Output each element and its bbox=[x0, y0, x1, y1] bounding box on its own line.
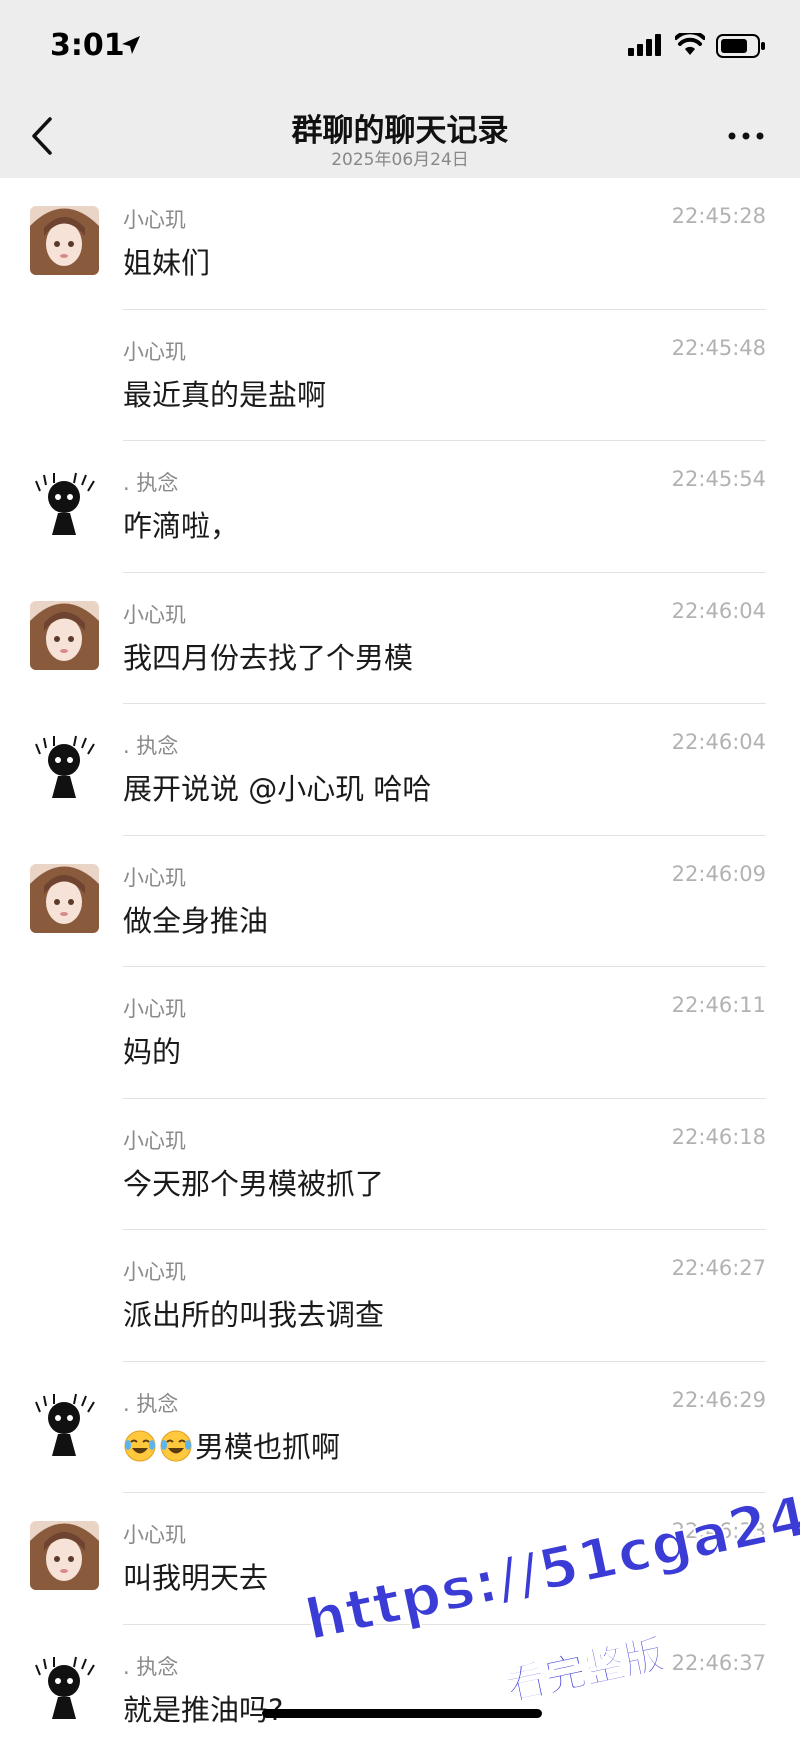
status-bar: 3:01 bbox=[0, 0, 800, 95]
message-time: 22:46:27 bbox=[672, 1256, 766, 1280]
sender-name: . 执念 bbox=[123, 730, 178, 760]
message-time: 22:46:37 bbox=[672, 1651, 766, 1675]
message-text: 派出所的叫我去调查 bbox=[123, 1292, 384, 1334]
page-subtitle-date: 2025年06月24日 bbox=[0, 145, 800, 170]
sender-name: 小心玑 bbox=[123, 993, 186, 1023]
nav-bar: 群聊的聊天记录 2025年06月24日 bbox=[0, 95, 800, 178]
message-text: 今天那个男模被抓了 bbox=[123, 1161, 384, 1203]
message-time: 22:45:54 bbox=[672, 467, 766, 491]
message-text-content: 男模也抓啊 bbox=[195, 1430, 340, 1464]
chat-message[interactable]: 小心玑 22:46:33 叫我明天去 bbox=[0, 1493, 800, 1625]
sender-name: 小心玑 bbox=[123, 599, 186, 629]
message-text: 男模也抓啊 bbox=[123, 1424, 340, 1466]
chat-message[interactable]: . 执念 22:46:04 展开说说 @小心玑 哈哈 bbox=[0, 704, 800, 836]
message-time: 22:46:33 bbox=[672, 1519, 766, 1543]
sender-name: 小心玑 bbox=[123, 1519, 186, 1549]
message-time: 22:46:29 bbox=[672, 1388, 766, 1412]
message-text: 妈的 bbox=[123, 1029, 181, 1071]
message-text: 做全身推油 bbox=[123, 898, 268, 940]
avatar-cartoon[interactable] bbox=[30, 1653, 99, 1722]
wifi-icon bbox=[675, 33, 705, 57]
avatar-girl[interactable] bbox=[30, 864, 99, 933]
chat-message[interactable]: 小心玑 22:46:27 派出所的叫我去调查 bbox=[0, 1230, 800, 1362]
message-text: 我四月份去找了个男模 bbox=[123, 635, 413, 677]
message-time: 22:46:04 bbox=[672, 730, 766, 754]
crying-laughing-emoji-icon bbox=[159, 1429, 193, 1463]
message-time: 22:46:18 bbox=[672, 1125, 766, 1149]
avatar-girl[interactable] bbox=[30, 1521, 99, 1590]
status-time: 3:01 bbox=[50, 28, 125, 63]
location-arrow-icon bbox=[120, 34, 142, 56]
chat-message[interactable]: 小心玑 22:46:11 妈的 bbox=[0, 967, 800, 1099]
chat-message[interactable]: 小心玑 22:46:18 今天那个男模被抓了 bbox=[0, 1099, 800, 1231]
message-text: 姐妹们 bbox=[123, 240, 210, 282]
message-text: 咋滴啦， bbox=[123, 503, 239, 545]
message-text: 叫我明天去 bbox=[123, 1555, 268, 1597]
chat-message[interactable]: . 执念 22:46:29 男模也抓啊 bbox=[0, 1362, 800, 1494]
chat-message[interactable]: 小心玑 22:46:04 我四月份去找了个男模 bbox=[0, 573, 800, 705]
chat-message[interactable]: 小心玑 22:46:09 做全身推油 bbox=[0, 836, 800, 968]
chat-message[interactable]: 小心玑 22:45:28 姐妹们 bbox=[0, 178, 800, 310]
sender-name: . 执念 bbox=[123, 1388, 178, 1418]
sender-name: 小心玑 bbox=[123, 336, 186, 366]
message-time: 22:46:09 bbox=[672, 862, 766, 886]
sender-name: 小心玑 bbox=[123, 862, 186, 892]
avatar-cartoon[interactable] bbox=[30, 1390, 99, 1459]
sender-name: 小心玑 bbox=[123, 1125, 186, 1155]
more-options-icon[interactable] bbox=[728, 131, 764, 141]
page-title: 群聊的聊天记录 bbox=[0, 105, 800, 150]
sender-name: . 执念 bbox=[123, 1651, 178, 1681]
battery-icon bbox=[716, 34, 766, 58]
chat-message[interactable]: . 执念 22:45:54 咋滴啦， bbox=[0, 441, 800, 573]
message-time: 22:46:11 bbox=[672, 993, 766, 1017]
chat-message[interactable]: 小心玑 22:45:48 最近真的是盐啊 bbox=[0, 310, 800, 442]
avatar-girl[interactable] bbox=[30, 206, 99, 275]
avatar-girl[interactable] bbox=[30, 601, 99, 670]
message-time: 22:45:48 bbox=[672, 336, 766, 360]
avatar-cartoon[interactable] bbox=[30, 732, 99, 801]
message-text: 展开说说 @小心玑 哈哈 bbox=[123, 766, 431, 808]
sender-name: 小心玑 bbox=[123, 204, 186, 234]
message-time: 22:45:28 bbox=[672, 204, 766, 228]
cellular-signal-icon bbox=[628, 34, 664, 56]
crying-laughing-emoji-icon bbox=[123, 1429, 157, 1463]
sender-name: 小心玑 bbox=[123, 1256, 186, 1286]
home-indicator[interactable] bbox=[262, 1709, 542, 1718]
message-time: 22:46:04 bbox=[672, 599, 766, 623]
message-text: 最近真的是盐啊 bbox=[123, 372, 326, 414]
sender-name: . 执念 bbox=[123, 467, 178, 497]
avatar-cartoon[interactable] bbox=[30, 469, 99, 538]
message-text: 就是推油吗? bbox=[123, 1687, 283, 1729]
chat-message[interactable]: . 执念 22:46:37 就是推油吗? bbox=[0, 1625, 800, 1756]
chat-record-list[interactable]: 小心玑 22:45:28 姐妹们 小心玑 22:45:48 最近真的是盐啊 . … bbox=[0, 178, 800, 1756]
